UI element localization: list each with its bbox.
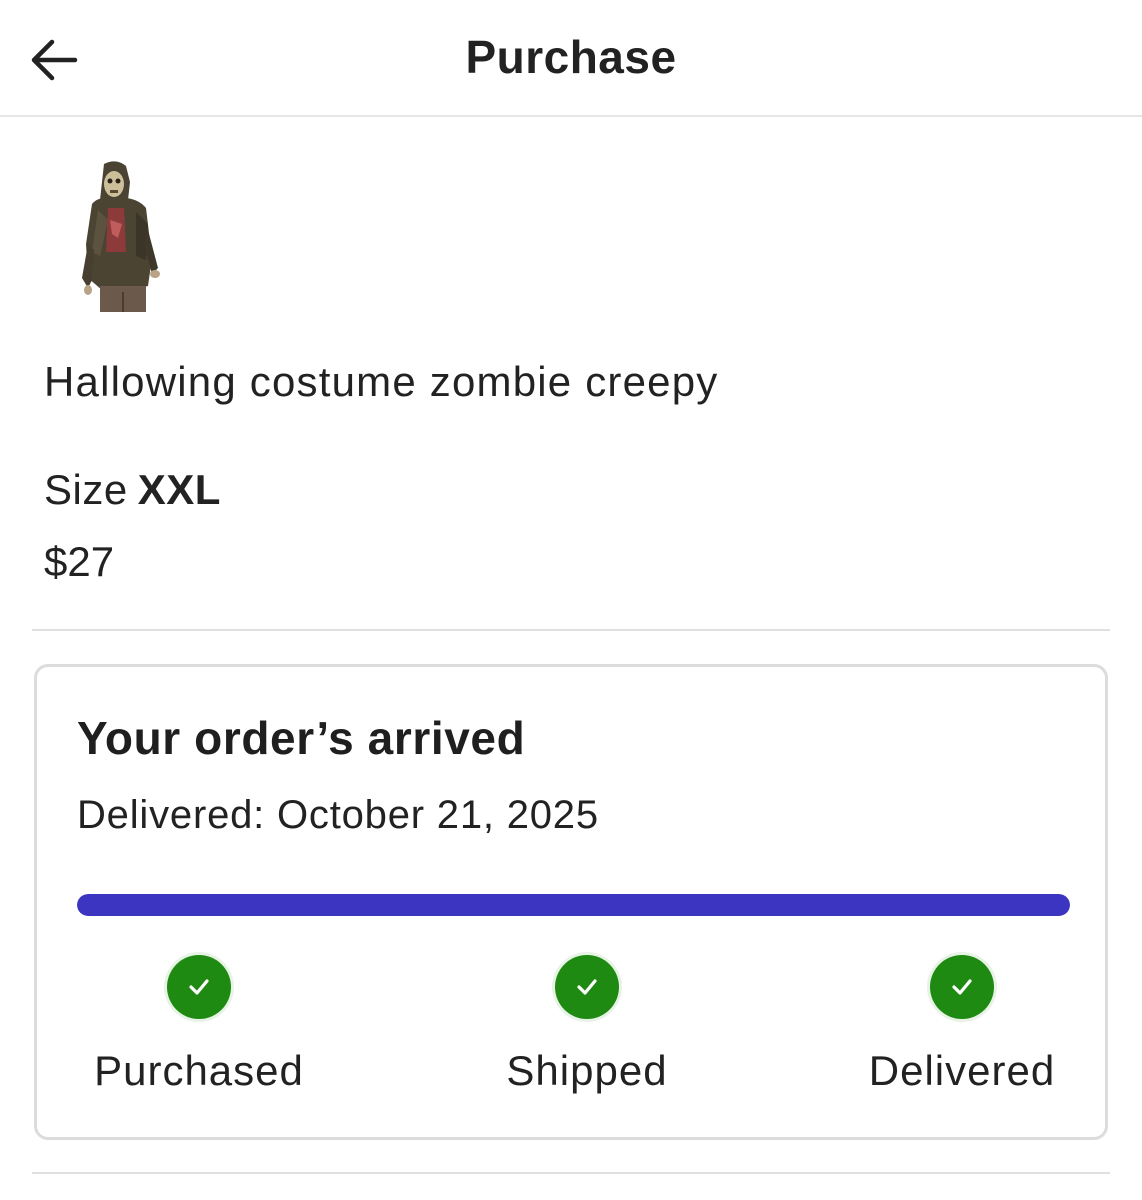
delivery-progress-bar: [77, 894, 1070, 916]
check-icon: [930, 955, 994, 1019]
check-icon: [167, 955, 231, 1019]
size-label: Size: [44, 466, 128, 513]
order-status-heading: Your order’s arrived: [77, 712, 526, 764]
delivered-date: Delivered: October 21, 2025: [77, 793, 599, 837]
app-header: Purchase: [0, 0, 1142, 117]
step-purchased: Purchased: [77, 955, 321, 1095]
divider: [32, 1172, 1110, 1174]
check-icon: [555, 955, 619, 1019]
delivery-progress-fill: [77, 894, 1070, 916]
product-title: Hallowing costume zombie creepy: [44, 358, 719, 405]
step-label: Delivered: [868, 1047, 1056, 1094]
page-title: Purchase: [465, 31, 677, 83]
step-delivered: Delivered: [855, 955, 1069, 1095]
step-label: Shipped: [506, 1047, 668, 1094]
step-label: Purchased: [94, 1047, 304, 1094]
divider: [32, 629, 1110, 631]
size-row: Size XXL: [44, 466, 221, 514]
size-value: XXL: [137, 466, 221, 513]
price: $27: [44, 538, 115, 585]
product-image[interactable]: [78, 160, 170, 312]
zombie-costume-image: [82, 161, 160, 312]
step-shipped: Shipped: [491, 955, 683, 1095]
order-status-card: Your order’s arrived Delivered: October …: [34, 664, 1108, 1140]
